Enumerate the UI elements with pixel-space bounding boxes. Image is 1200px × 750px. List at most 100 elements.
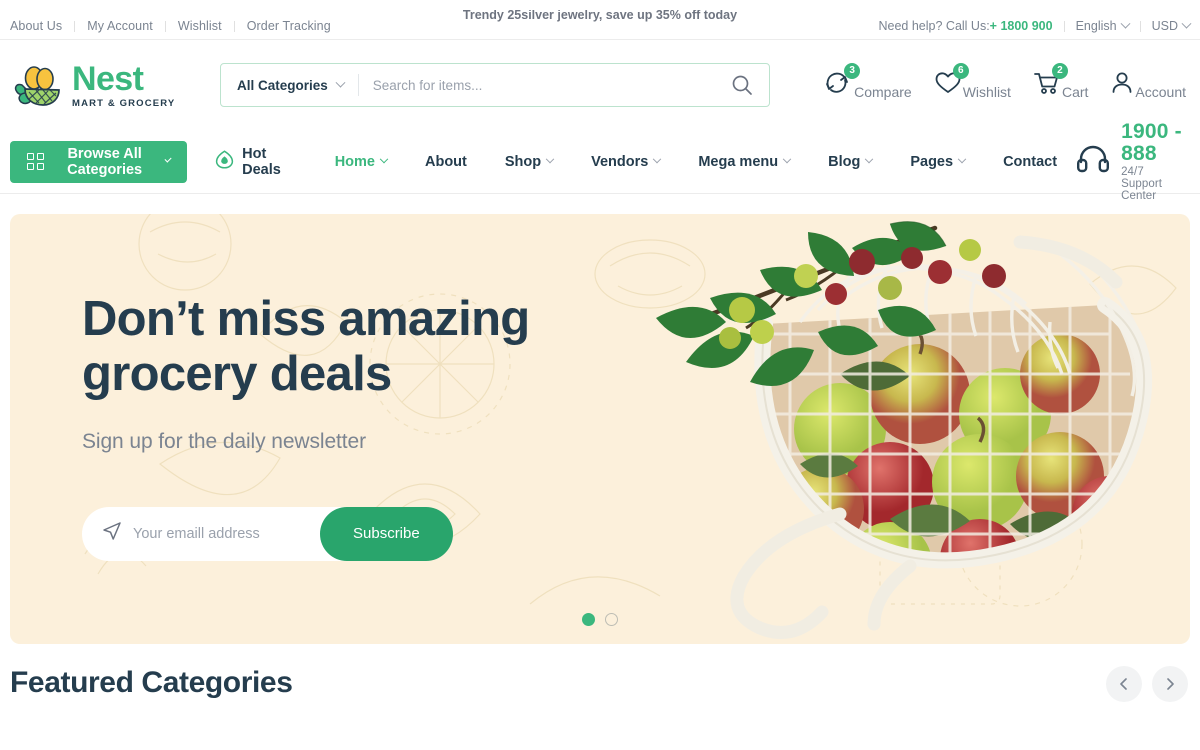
menu-item-vendors[interactable]: Vendors (572, 154, 679, 170)
hero-image-apples-in-mesh-bag (590, 214, 1190, 644)
cart-label: Cart (1061, 84, 1089, 101)
search-category-select[interactable]: All Categories (221, 77, 358, 93)
top-bar-links: About Us My Account Wishlist Order Track… (10, 19, 343, 33)
header-action-wishlist[interactable]: 6 Wishlist (934, 62, 1011, 101)
hero-slide: Don’t miss amazing grocery deals Sign up… (10, 214, 1190, 644)
menu-label: Blog (828, 153, 861, 170)
hot-deals-link[interactable]: Hot Deals (215, 146, 284, 178)
category-carousel-nav (1106, 666, 1188, 702)
cart-count-badge: 2 (1051, 62, 1068, 79)
header-action-compare[interactable]: 3 Compare (823, 62, 912, 101)
chevron-down-icon (865, 154, 874, 163)
menu-label: Home (334, 153, 375, 170)
menu-item-about[interactable]: About (406, 154, 486, 170)
chevron-down-icon (782, 154, 792, 163)
featured-categories-section: Featured Categories (0, 644, 1200, 704)
chevron-down-icon (1181, 18, 1192, 29)
compare-count-badge: 3 (844, 62, 861, 79)
menu-label: Mega menu (698, 153, 779, 170)
header-action-cart[interactable]: 2 Cart (1033, 62, 1089, 101)
chevron-down-icon (957, 154, 967, 163)
search-icon (732, 75, 752, 95)
search-category-label: All Categories (237, 77, 328, 93)
brand-tagline: MART & GROCERY (72, 97, 176, 109)
language-selector[interactable]: English (1065, 18, 1140, 33)
header-action-account[interactable]: Account (1110, 70, 1186, 101)
top-link-my-account[interactable]: My Account (75, 19, 165, 33)
currency-label: USD (1151, 19, 1178, 33)
carousel-dot-1[interactable] (582, 613, 595, 626)
browse-label: Browse All Categories (67, 145, 143, 178)
primary-menu: Home About Shop Vendors Mega menu Blog P… (316, 154, 1076, 170)
menu-label: Shop (504, 153, 542, 170)
hero-heading-line2: grocery deals (82, 346, 392, 401)
header-actions: 3 Compare 6 Wishlist 2 Cart Account (823, 62, 1188, 101)
language-label: English (1075, 19, 1117, 33)
user-icon (1110, 70, 1134, 101)
grid-icon (27, 153, 44, 170)
headphones-icon (1076, 144, 1110, 179)
chevron-left-icon (1120, 678, 1127, 690)
section-title: Featured Categories (10, 666, 293, 699)
wishlist-count-badge: 6 (952, 62, 969, 79)
heart-icon: 6 (934, 62, 969, 101)
support-phone: 1900 - 888 (1121, 119, 1182, 165)
promo-ticker-text: Trendy 25silver jewelry, save up 35% off… (462, 8, 738, 22)
hero-content: Don’t miss amazing grocery deals Sign up… (82, 292, 530, 561)
menu-label: Pages (910, 153, 954, 170)
support-phone-top[interactable]: + 1800 900 (990, 19, 1053, 33)
support-block[interactable]: 1900 - 888 24/7 Support Center (1076, 119, 1190, 203)
chevron-down-icon (379, 154, 389, 163)
compare-label: Compare (854, 84, 912, 101)
chevron-down-icon (653, 154, 662, 163)
brand-name: Nest (72, 59, 144, 98)
logo-wordmark: Nest MART & GROCERY (72, 62, 175, 109)
menu-item-shop[interactable]: Shop (486, 154, 572, 170)
chevron-down-icon (1120, 18, 1131, 29)
menu-label: About (425, 153, 467, 170)
menu-item-blog[interactable]: Blog (809, 154, 891, 170)
menu-item-mega-menu[interactable]: Mega menu (679, 154, 809, 170)
hot-deals-label: Hot Deals (242, 145, 281, 178)
site-logo[interactable]: Nest MART & GROCERY (12, 62, 208, 109)
menu-label: Contact (1003, 153, 1058, 170)
newsletter-email-input[interactable] (133, 506, 320, 561)
menu-label: Vendors (591, 153, 649, 170)
top-link-wishlist[interactable]: Wishlist (166, 19, 234, 33)
carousel-prev-button[interactable] (1106, 666, 1142, 702)
top-bar: About Us My Account Wishlist Order Track… (0, 0, 1200, 40)
support-text: 1900 - 888 24/7 Support Center (1121, 119, 1186, 203)
nest-logo-icon (12, 63, 64, 107)
menu-item-pages[interactable]: Pages (891, 154, 984, 170)
chevron-right-icon (1167, 678, 1174, 690)
carousel-next-button[interactable] (1152, 666, 1188, 702)
support-subtitle: 24/7 Support Center (1121, 166, 1163, 203)
chevron-down-icon (164, 155, 172, 163)
send-icon (102, 521, 122, 546)
need-help-text: Need help? Call Us:+ 1800 900 (879, 19, 1053, 33)
hero-heading: Don’t miss amazing grocery deals (82, 292, 530, 402)
top-bar-right: Need help? Call Us:+ 1800 900 English US… (879, 18, 1192, 33)
menu-item-home[interactable]: Home (316, 154, 406, 170)
cart-icon: 2 (1033, 62, 1068, 101)
currency-selector[interactable]: USD (1141, 18, 1192, 33)
carousel-dot-2[interactable] (605, 613, 618, 626)
subscribe-button[interactable]: Subscribe (320, 506, 453, 561)
top-link-order-tracking[interactable]: Order Tracking (235, 19, 343, 33)
chevron-down-icon (545, 154, 555, 163)
menu-item-contact[interactable]: Contact (984, 154, 1076, 170)
top-link-about-us[interactable]: About Us (10, 19, 74, 33)
account-label: Account (1135, 84, 1186, 101)
hero-heading-line1: Don’t miss amazing (82, 292, 530, 346)
hero-carousel-dots (10, 613, 1190, 626)
search-input[interactable] (358, 64, 723, 106)
search-bar: All Categories (220, 63, 770, 107)
browse-all-categories-button[interactable]: Browse All Categories (10, 140, 188, 183)
site-header: Nest MART & GROCERY All Categories Searc… (0, 40, 1200, 130)
wishlist-label: Wishlist (962, 84, 1011, 101)
flame-icon (215, 150, 234, 173)
compare-icon: 3 (823, 62, 861, 101)
search-button[interactable] (723, 74, 769, 96)
need-help-label: Need help? Call Us: (878, 19, 990, 33)
chevron-down-icon (335, 77, 346, 88)
